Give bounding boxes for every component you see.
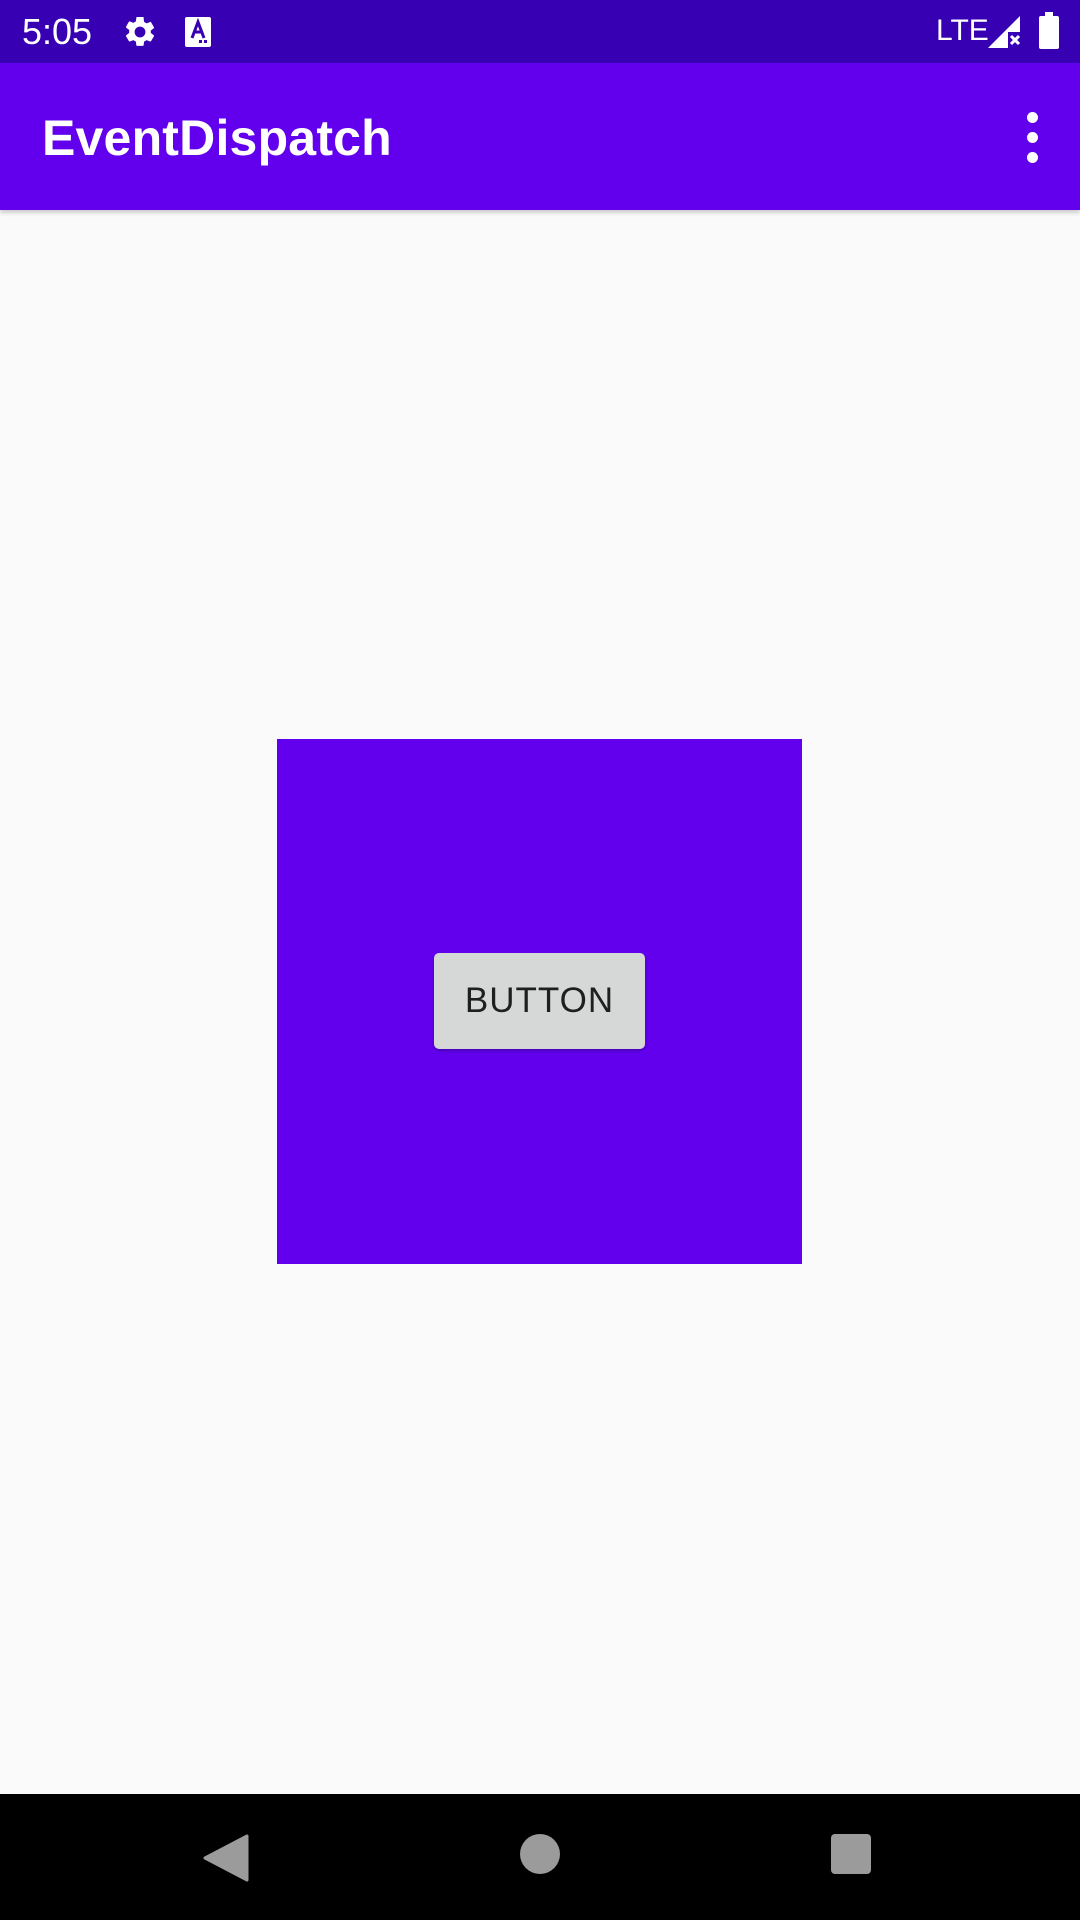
network-type-label: LTE [936, 14, 989, 47]
main-button[interactable]: BUTTON [434, 953, 645, 1049]
page-title: EventDispatch [42, 110, 392, 166]
more-vert-icon[interactable] [1002, 101, 1062, 173]
text-a-icon [185, 17, 211, 47]
back-icon[interactable] [203, 1834, 249, 1882]
overflow-dot [1026, 131, 1038, 143]
screen: 5:05 LTE EventDispatch BUTTON [0, 0, 1080, 1920]
overflow-dot [1026, 111, 1038, 123]
navigation-bar [0, 1794, 1080, 1920]
app-bar: EventDispatch [0, 63, 1080, 210]
home-icon[interactable] [520, 1834, 560, 1874]
signal-icon [988, 16, 1021, 48]
recents-icon[interactable] [831, 1834, 871, 1874]
status-time: 5:05 [22, 11, 93, 52]
status-bar: 5:05 LTE [0, 0, 1080, 63]
gear-icon [125, 16, 155, 46]
overflow-dot [1026, 151, 1038, 163]
battery-icon [1039, 12, 1059, 49]
